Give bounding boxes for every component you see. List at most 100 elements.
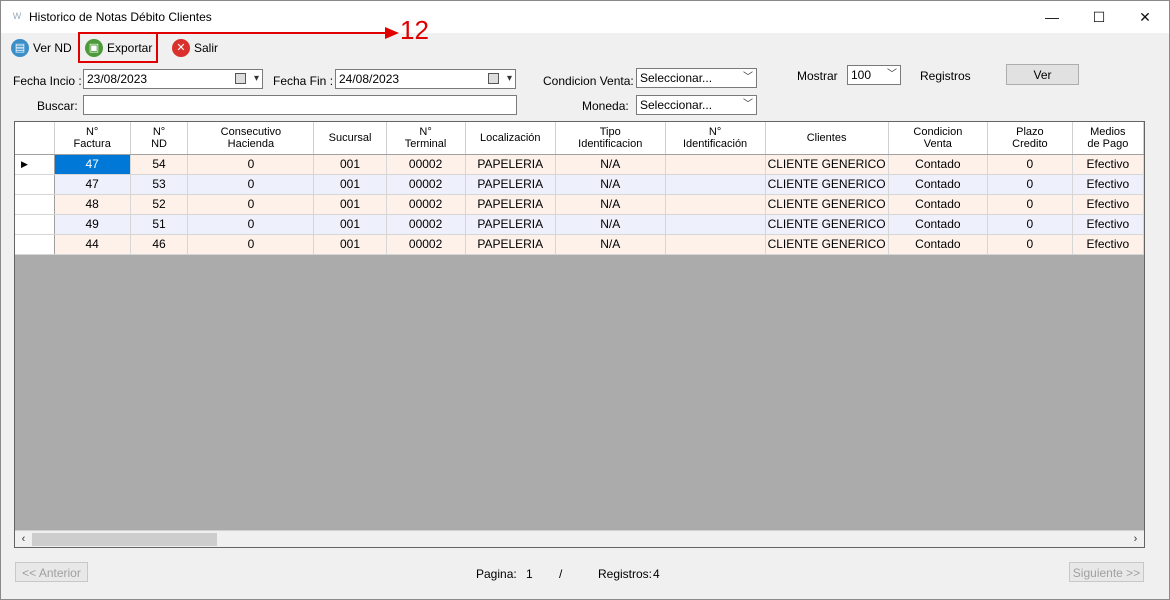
table-cell[interactable]: Efectivo — [1072, 234, 1144, 255]
table-cell[interactable]: N/A — [555, 194, 666, 215]
column-header[interactable]: Plazo Credito — [987, 122, 1073, 155]
row-header[interactable] — [15, 234, 55, 255]
table-cell[interactable]: CLIENTE GENERICO — [765, 174, 889, 195]
row-header[interactable]: ▶ — [15, 154, 55, 175]
column-header[interactable]: Localización — [465, 122, 556, 155]
table-cell[interactable]: PAPELERIA — [465, 194, 556, 215]
table-cell[interactable]: 49 — [54, 214, 131, 235]
maximize-button[interactable]: ☐ — [1076, 1, 1122, 33]
table-cell[interactable]: 00002 — [386, 214, 466, 235]
column-header[interactable]: Medios de Pago — [1072, 122, 1144, 155]
scrollbar-thumb[interactable] — [32, 533, 217, 546]
buscar-input[interactable] — [83, 95, 517, 115]
row-header[interactable] — [15, 214, 55, 235]
table-cell[interactable]: CLIENTE GENERICO — [765, 234, 889, 255]
column-header[interactable]: N° Factura — [54, 122, 131, 155]
table-cell[interactable]: 00002 — [386, 234, 466, 255]
table-cell[interactable]: 0 — [187, 154, 315, 175]
table-cell[interactable]: 0 — [987, 154, 1073, 175]
condicion-venta-select[interactable]: Seleccionar... ﹀ — [636, 68, 757, 88]
table-cell[interactable]: 001 — [313, 154, 387, 175]
table-cell[interactable]: 00002 — [386, 154, 466, 175]
table-cell[interactable]: Contado — [888, 194, 989, 215]
column-header[interactable]: N° Terminal — [386, 122, 466, 155]
table-cell[interactable] — [665, 214, 766, 235]
table-cell[interactable]: CLIENTE GENERICO — [765, 154, 889, 175]
table-cell[interactable]: Contado — [888, 154, 989, 175]
salir-button[interactable]: ✕ Salir — [172, 37, 218, 59]
table-cell[interactable]: 52 — [130, 194, 189, 215]
scroll-right-icon[interactable]: › — [1127, 531, 1144, 547]
table-cell[interactable]: 0 — [987, 174, 1073, 195]
table-cell[interactable]: PAPELERIA — [465, 214, 556, 235]
table-cell[interactable] — [665, 154, 766, 175]
table-cell[interactable]: N/A — [555, 154, 666, 175]
table-cell[interactable]: 001 — [313, 234, 387, 255]
table-cell[interactable]: 46 — [130, 234, 189, 255]
column-header[interactable]: Condicion Venta — [888, 122, 989, 155]
mostrar-select[interactable]: 100 ﹀ — [847, 65, 901, 85]
table-cell[interactable]: 47 — [54, 154, 131, 175]
table-cell[interactable]: 53 — [130, 174, 189, 195]
table-cell[interactable]: 44 — [54, 234, 131, 255]
table-cell[interactable]: Efectivo — [1072, 214, 1144, 235]
minimize-button[interactable]: — — [1029, 1, 1075, 33]
table-cell[interactable]: Efectivo — [1072, 154, 1144, 175]
table-cell[interactable]: 001 — [313, 174, 387, 195]
table-cell[interactable]: 51 — [130, 214, 189, 235]
table-row[interactable]: 48 52 0 001 00002 PAPELERIA N/A CLIENTE GENERIC… — [15, 194, 1144, 215]
table-cell[interactable]: CLIENTE GENERICO — [765, 194, 889, 215]
ver-button[interactable]: Ver — [1006, 64, 1079, 85]
table-row[interactable]: 47 53 0 001 00002 PAPELERIA N/A CLIENTE GENERIC… — [15, 174, 1144, 195]
fecha-fin-picker[interactable]: 24/08/2023 ▾ — [335, 69, 516, 89]
table-cell[interactable]: 0 — [187, 234, 315, 255]
column-header[interactable]: Consecutivo Hacienda — [187, 122, 315, 155]
table-cell[interactable]: 48 — [54, 194, 131, 215]
table-cell[interactable]: N/A — [555, 234, 666, 255]
table-cell[interactable]: 0 — [187, 174, 315, 195]
table-cell[interactable]: 00002 — [386, 194, 466, 215]
table-cell[interactable]: PAPELERIA — [465, 154, 556, 175]
table-cell[interactable]: Efectivo — [1072, 174, 1144, 195]
column-header[interactable]: N° Identificación — [665, 122, 766, 155]
column-header[interactable]: Clientes — [765, 122, 889, 155]
horizontal-scrollbar[interactable]: ‹ › — [15, 530, 1144, 547]
row-header[interactable] — [15, 174, 55, 195]
table-cell[interactable] — [665, 234, 766, 255]
table-cell[interactable] — [665, 194, 766, 215]
table-cell[interactable]: 0 — [187, 214, 315, 235]
table-cell[interactable]: CLIENTE GENERICO — [765, 214, 889, 235]
table-row[interactable]: 44 46 0 001 00002 PAPELERIA N/A CLIENTE GENERIC… — [15, 234, 1144, 255]
table-cell[interactable]: Efectivo — [1072, 194, 1144, 215]
moneda-select[interactable]: Seleccionar... ﹀ — [636, 95, 757, 115]
table-cell[interactable]: 00002 — [386, 174, 466, 195]
table-cell[interactable]: Contado — [888, 214, 989, 235]
table-cell[interactable] — [665, 174, 766, 195]
table-cell[interactable]: Contado — [888, 234, 989, 255]
table-cell[interactable]: 54 — [130, 154, 189, 175]
column-header[interactable]: Sucursal — [313, 122, 387, 155]
table-cell[interactable]: 47 — [54, 174, 131, 195]
table-cell[interactable]: 001 — [313, 194, 387, 215]
column-header[interactable]: N° ND — [130, 122, 189, 155]
anterior-button[interactable]: << Anterior — [15, 562, 88, 582]
row-header[interactable] — [15, 194, 55, 215]
table-cell[interactable]: 0 — [987, 194, 1073, 215]
table-cell[interactable]: 001 — [313, 214, 387, 235]
table-cell[interactable]: 0 — [187, 194, 315, 215]
table-row[interactable]: 49 51 0 001 00002 PAPELERIA N/A CLIENTE GENERIC… — [15, 214, 1144, 235]
table-cell[interactable]: 0 — [987, 234, 1073, 255]
close-button[interactable]: ✕ — [1122, 1, 1168, 33]
fecha-inicio-picker[interactable]: 23/08/2023 ▾ — [83, 69, 263, 89]
table-cell[interactable]: N/A — [555, 214, 666, 235]
data-grid[interactable]: N° Factura N° ND Consecutivo Hacienda Sucur… — [14, 121, 1145, 548]
table-cell[interactable]: PAPELERIA — [465, 174, 556, 195]
table-cell[interactable]: N/A — [555, 174, 666, 195]
scroll-left-icon[interactable]: ‹ — [15, 531, 32, 547]
table-cell[interactable]: Contado — [888, 174, 989, 195]
table-cell[interactable]: 0 — [987, 214, 1073, 235]
column-header[interactable]: Tipo Identificacion — [555, 122, 666, 155]
ver-nd-button[interactable]: ▤ Ver ND — [11, 37, 72, 59]
table-cell[interactable]: PAPELERIA — [465, 234, 556, 255]
table-row[interactable]: ▶ 47 54 0 001 00002 PAPELERIA N/A CLIENTE GENERI… — [15, 154, 1144, 175]
